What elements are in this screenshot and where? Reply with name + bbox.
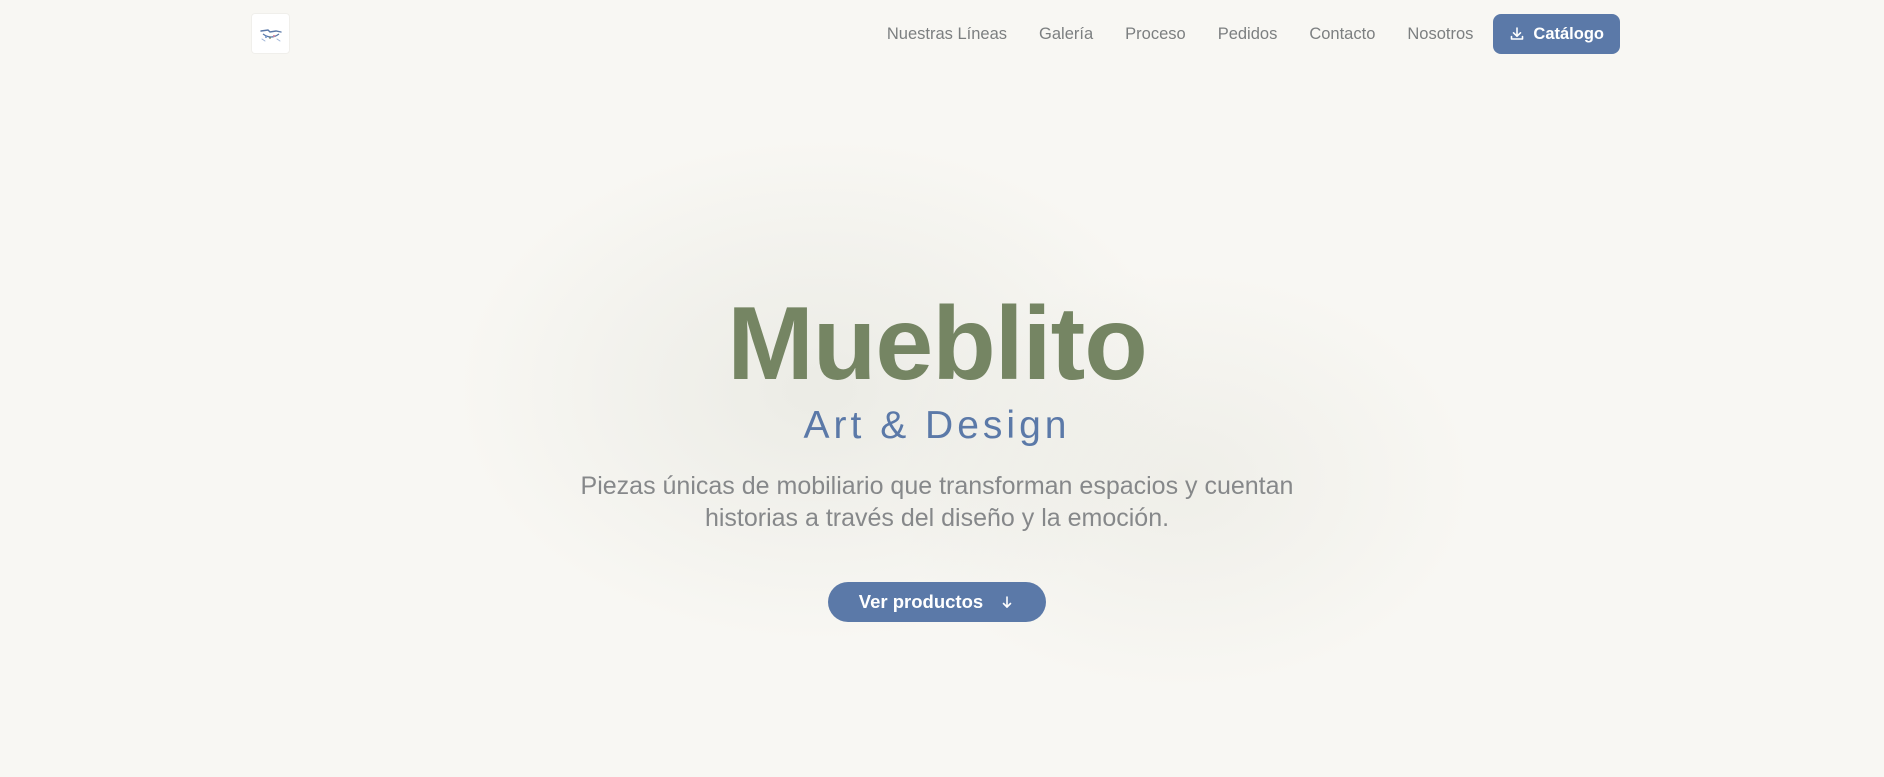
catalog-download-button[interactable]: Catálogo <box>1493 14 1620 54</box>
main-nav: Nuestras Líneas Galería Proceso Pedidos … <box>887 14 1620 54</box>
view-products-button[interactable]: Ver productos <box>828 582 1046 622</box>
nav-link-nosotros[interactable]: Nosotros <box>1407 25 1473 44</box>
mueblito-logo-icon <box>259 28 282 41</box>
top-navbar: Nuestras Líneas Galería Proceso Pedidos … <box>0 0 1884 68</box>
nav-link-contacto[interactable]: Contacto <box>1309 25 1375 44</box>
nav-link-proceso[interactable]: Proceso <box>1125 25 1186 44</box>
arrow-down-icon <box>999 594 1015 610</box>
view-products-label: Ver productos <box>858 591 984 612</box>
nav-link-pedidos[interactable]: Pedidos <box>1218 25 1278 44</box>
hero-title: Mueblito <box>727 286 1147 402</box>
logo[interactable] <box>252 14 289 53</box>
hero-subtitle: Art & Design <box>803 404 1071 447</box>
nav-link-galeria[interactable]: Galería <box>1039 25 1093 44</box>
catalog-button-label: Catálogo <box>1533 24 1604 43</box>
page: Nuestras Líneas Galería Proceso Pedidos … <box>0 0 1884 777</box>
nav-link-nuestras-lineas[interactable]: Nuestras Líneas <box>887 25 1007 44</box>
download-icon <box>1509 26 1525 42</box>
hero-description: Piezas únicas de mobiliario que transfor… <box>580 472 1294 532</box>
